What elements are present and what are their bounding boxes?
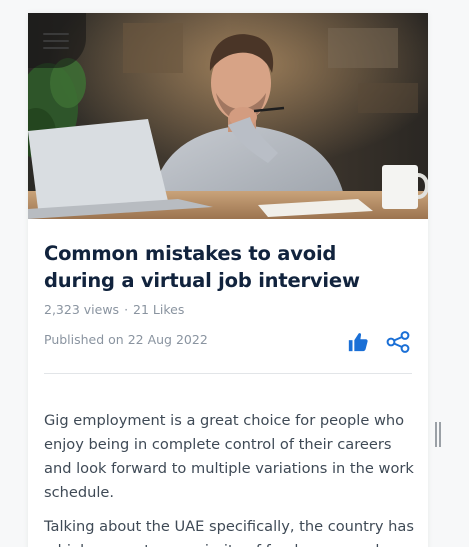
share-button[interactable] <box>386 331 410 353</box>
likes-count: 21 Likes <box>133 302 185 317</box>
grip-line <box>435 422 437 447</box>
page: Common mistakes to avoid during a virtua… <box>0 0 469 547</box>
hamburger-menu-icon-bar <box>43 40 69 42</box>
share-icon <box>386 331 410 353</box>
grip-line <box>439 422 441 447</box>
scrollbar-grip[interactable] <box>435 422 441 447</box>
section-divider <box>44 373 412 374</box>
stats-separator: · <box>124 302 129 317</box>
article-card: Common mistakes to avoid during a virtua… <box>28 13 428 547</box>
article-stats: 2,323 views · 21 Likes <box>44 302 184 317</box>
article-hero-image <box>28 13 428 219</box>
article-paragraph: Gig employment is a great choice for peo… <box>44 412 414 501</box>
article-title: Common mistakes to avoid during a virtua… <box>44 242 360 292</box>
article-paragraph: Talking about the UAE specifically, the … <box>44 518 414 547</box>
views-count: 2,323 views <box>44 302 120 317</box>
like-button[interactable] <box>347 331 369 353</box>
thumbs-up-icon <box>348 333 368 352</box>
published-date: Published on 22 Aug 2022 <box>44 332 208 347</box>
hamburger-menu-icon-bar <box>43 47 69 49</box>
hamburger-menu-icon <box>43 33 69 35</box>
